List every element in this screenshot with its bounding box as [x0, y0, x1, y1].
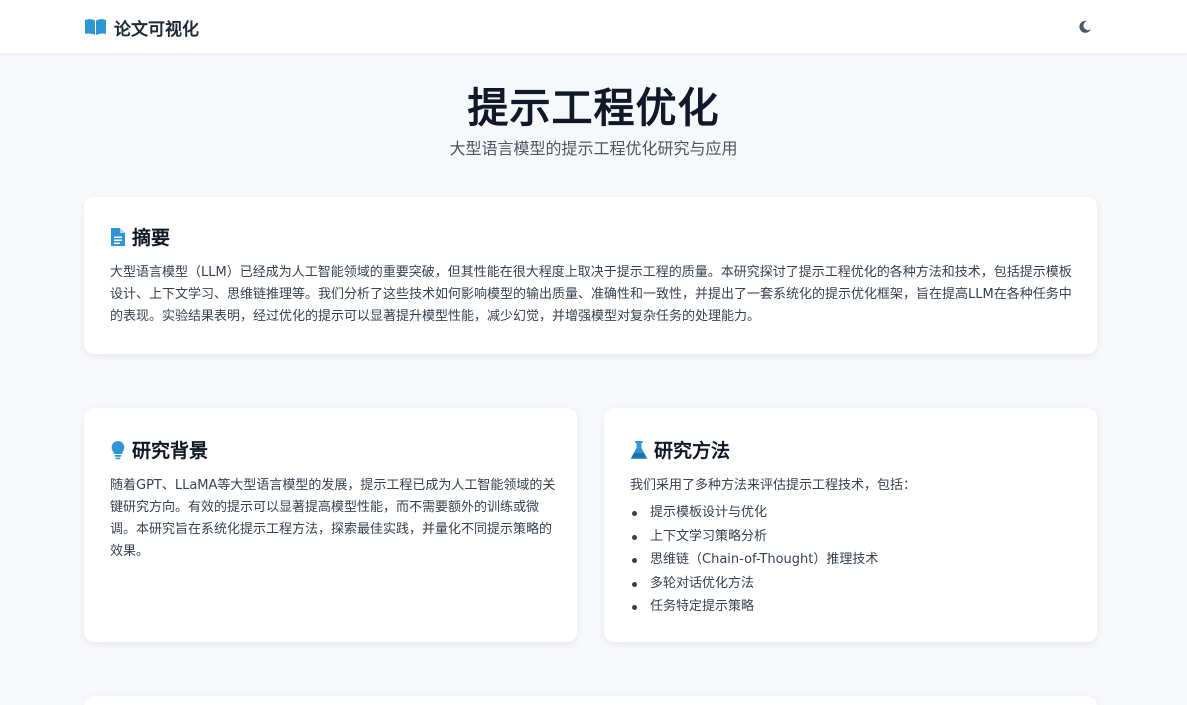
abstract-heading: 摘要	[110, 223, 170, 250]
page-subtitle: 大型语言模型的提示工程优化研究与应用	[449, 139, 738, 158]
document-icon	[110, 227, 126, 247]
method-list: 提示模板设计与优化 上下文学习策略分析 思维链（Chain-of-Thought…	[630, 501, 1070, 619]
moon-icon	[1078, 20, 1092, 34]
next-section-card	[84, 696, 1097, 705]
list-item: 上下文学习策略分析	[630, 525, 1070, 549]
method-intro: 我们采用了多种方法来评估提示工程技术，包括：	[630, 478, 917, 493]
abstract-text: 大型语言模型（LLM）已经成为人工智能领域的重要突破，但其性能在很大程度上取决于…	[110, 265, 1072, 324]
book-open-icon	[84, 18, 107, 36]
brand-title: 论文可视化	[114, 19, 199, 40]
list-item: 多轮对话优化方法	[630, 572, 1070, 596]
flask-icon	[630, 440, 648, 460]
page-title: 提示工程优化	[467, 84, 720, 132]
lightbulb-icon	[110, 440, 126, 460]
brand-link[interactable]: 论文可视化	[84, 15, 199, 40]
background-text: 随着GPT、LLaMA等大型语言模型的发展，提示工程已成为人工智能领域的关键研究…	[110, 478, 556, 559]
list-item: 思维链（Chain-of-Thought）推理技术	[630, 548, 1070, 572]
top-navbar: 论文可视化	[0, 0, 1187, 53]
abstract-card: 摘要 大型语言模型（LLM）已经成为人工智能领域的重要突破，但其性能在很大程度上…	[84, 197, 1097, 354]
background-title: 研究背景	[132, 440, 209, 462]
list-item: 任务特定提示策略	[630, 595, 1070, 619]
theme-toggle-button[interactable]	[1074, 16, 1096, 38]
list-item: 提示模板设计与优化	[630, 501, 1070, 525]
method-heading: 研究方法	[630, 436, 730, 463]
method-title: 研究方法	[654, 440, 731, 462]
method-card: 研究方法 我们采用了多种方法来评估提示工程技术，包括： 提示模板设计与优化 上下…	[604, 408, 1097, 642]
abstract-title: 摘要	[132, 227, 171, 249]
background-card: 研究背景 随着GPT、LLaMA等大型语言模型的发展，提示工程已成为人工智能领域…	[84, 408, 577, 642]
background-heading: 研究背景	[110, 436, 208, 463]
